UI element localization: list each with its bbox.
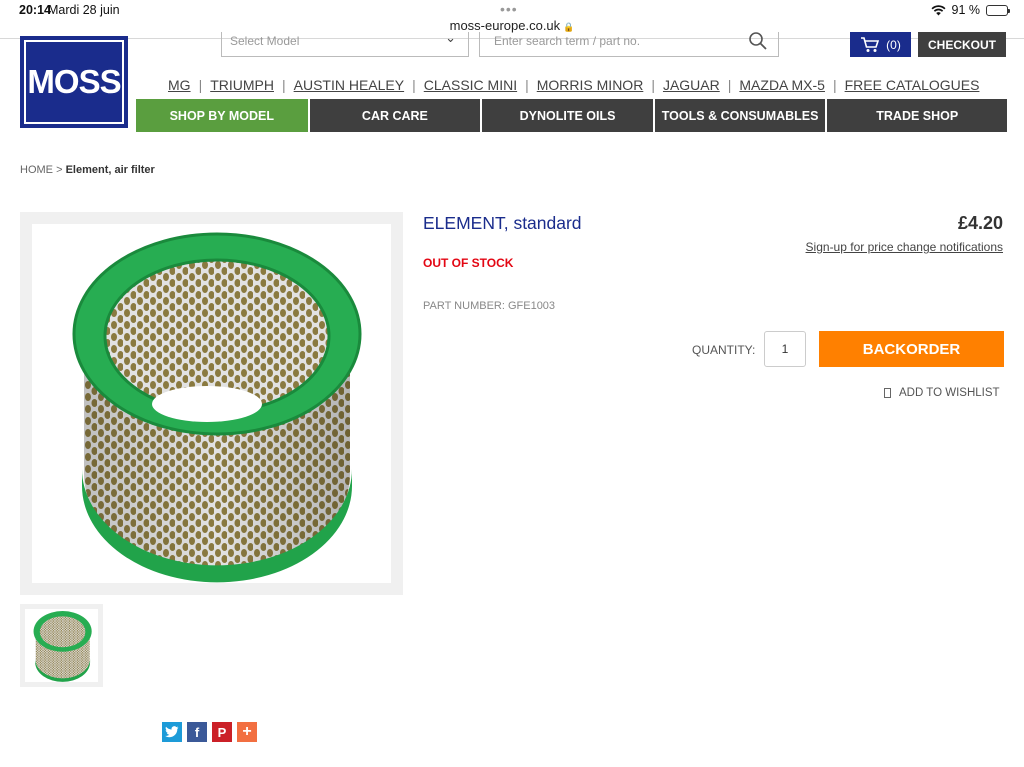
brand-link-free-catalogues[interactable]: FREE CATALOGUES xyxy=(845,77,980,93)
multitask-dots-icon[interactable]: ••• xyxy=(500,1,518,17)
product-image[interactable] xyxy=(32,224,391,583)
brand-link-austin-healey[interactable]: AUSTIN HEALEY xyxy=(294,77,404,93)
search-icon[interactable] xyxy=(748,32,768,50)
main-nav: SHOP BY MODEL CAR CARE DYNOLITE OILS TOOLS … xyxy=(136,99,1008,132)
breadcrumb-current: Element, air filter xyxy=(65,164,155,176)
select-model-dropdown[interactable]: Select Model ⌄ xyxy=(221,30,469,57)
brand-separator: | xyxy=(281,77,286,93)
brand-link-triumph[interactable]: TRIUMPH xyxy=(210,77,274,93)
backorder-button[interactable]: BACKORDER xyxy=(819,331,1004,367)
lock-icon: 🔒 xyxy=(563,22,575,32)
brand-separator: | xyxy=(198,77,203,93)
brand-link-mazda-mx-5[interactable]: MAZDA MX-5 xyxy=(739,77,825,93)
brand-separator: | xyxy=(412,77,416,93)
social-share: f P + xyxy=(162,722,257,742)
search-placeholder: Enter search term / part no. xyxy=(494,34,641,48)
air-filter-thumbnail xyxy=(33,611,92,682)
status-date: Mardi 28 juin xyxy=(48,3,120,17)
wishlist-label: ADD TO WISHLIST xyxy=(899,387,1000,399)
quantity-input[interactable]: 1 xyxy=(764,331,806,367)
add-to-wishlist-link[interactable]: ADD TO WISHLIST xyxy=(884,387,1000,399)
air-filter-image xyxy=(72,232,362,583)
brand-separator: | xyxy=(832,77,837,93)
cart-count: (0) xyxy=(886,37,901,52)
moss-logo[interactable]: MOSS xyxy=(20,36,128,128)
brand-link-morris-minor[interactable]: MORRIS MINOR xyxy=(537,77,644,93)
address-bar[interactable]: moss-europe.co.uk 🔒 xyxy=(0,18,1024,33)
status-right: 91 % xyxy=(931,3,1010,17)
breadcrumb-home[interactable]: HOME xyxy=(20,164,53,176)
brand-link-mg[interactable]: MG xyxy=(168,77,191,93)
share-plus-icon[interactable]: + xyxy=(237,722,257,742)
pinterest-icon[interactable]: P xyxy=(212,722,232,742)
twitter-icon[interactable] xyxy=(162,722,182,742)
brand-links: MG | TRIUMPH | AUSTIN HEALEY | CLASSIC MINI | MO… xyxy=(160,77,987,93)
brand-link-jaguar[interactable]: JAGUAR xyxy=(663,77,720,93)
search-input[interactable]: Enter search term / part no. xyxy=(479,32,779,57)
part-number: PART NUMBER: GFE1003 xyxy=(423,300,556,312)
checkout-button[interactable]: CHECKOUT xyxy=(918,32,1006,57)
quantity-label: QUANTITY: xyxy=(692,343,756,357)
battery-percent: 91 % xyxy=(951,3,981,17)
facebook-icon[interactable]: f xyxy=(187,722,207,742)
nav-item-tools-consumables[interactable]: TOOLS & CONSUMABLES xyxy=(654,99,826,132)
breadcrumb-separator: > xyxy=(56,164,63,176)
product-price: £4.20 xyxy=(957,213,1003,233)
thumbnail-image xyxy=(25,609,98,682)
product-thumbnail[interactable] xyxy=(20,604,103,687)
product-title: ELEMENT, standard xyxy=(423,213,582,233)
logo-text: MOSS xyxy=(27,63,121,100)
brand-separator: | xyxy=(651,77,655,93)
battery-icon xyxy=(986,4,1010,16)
product-image-frame xyxy=(20,212,403,595)
nav-item-dynolite-oils[interactable]: DYNOLITE OILS xyxy=(482,99,653,132)
nav-item-car-care[interactable]: CAR CARE xyxy=(309,99,481,132)
brand-separator: | xyxy=(727,77,732,93)
status-time: 20:14 xyxy=(19,3,51,17)
url-text: moss-europe.co.uk xyxy=(449,18,561,33)
stock-status: OUT OF STOCK xyxy=(423,256,514,270)
wishlist-icon xyxy=(884,388,891,398)
nav-item-trade-shop[interactable]: TRADE SHOP xyxy=(827,99,1008,132)
cart-icon xyxy=(861,36,880,52)
nav-item-shop-by-model[interactable]: SHOP BY MODEL xyxy=(136,99,308,132)
chevron-down-icon: ⌄ xyxy=(445,30,456,45)
cart-button[interactable]: (0) xyxy=(850,32,911,57)
select-model-placeholder: Select Model xyxy=(230,34,300,48)
brand-link-classic-mini[interactable]: CLASSIC MINI xyxy=(424,77,517,93)
brand-separator: | xyxy=(525,77,529,93)
breadcrumb: HOME > Element, air filter xyxy=(20,164,155,176)
wifi-icon xyxy=(931,4,945,15)
price-notification-link[interactable]: Sign-up for price change notifications xyxy=(806,240,1003,254)
